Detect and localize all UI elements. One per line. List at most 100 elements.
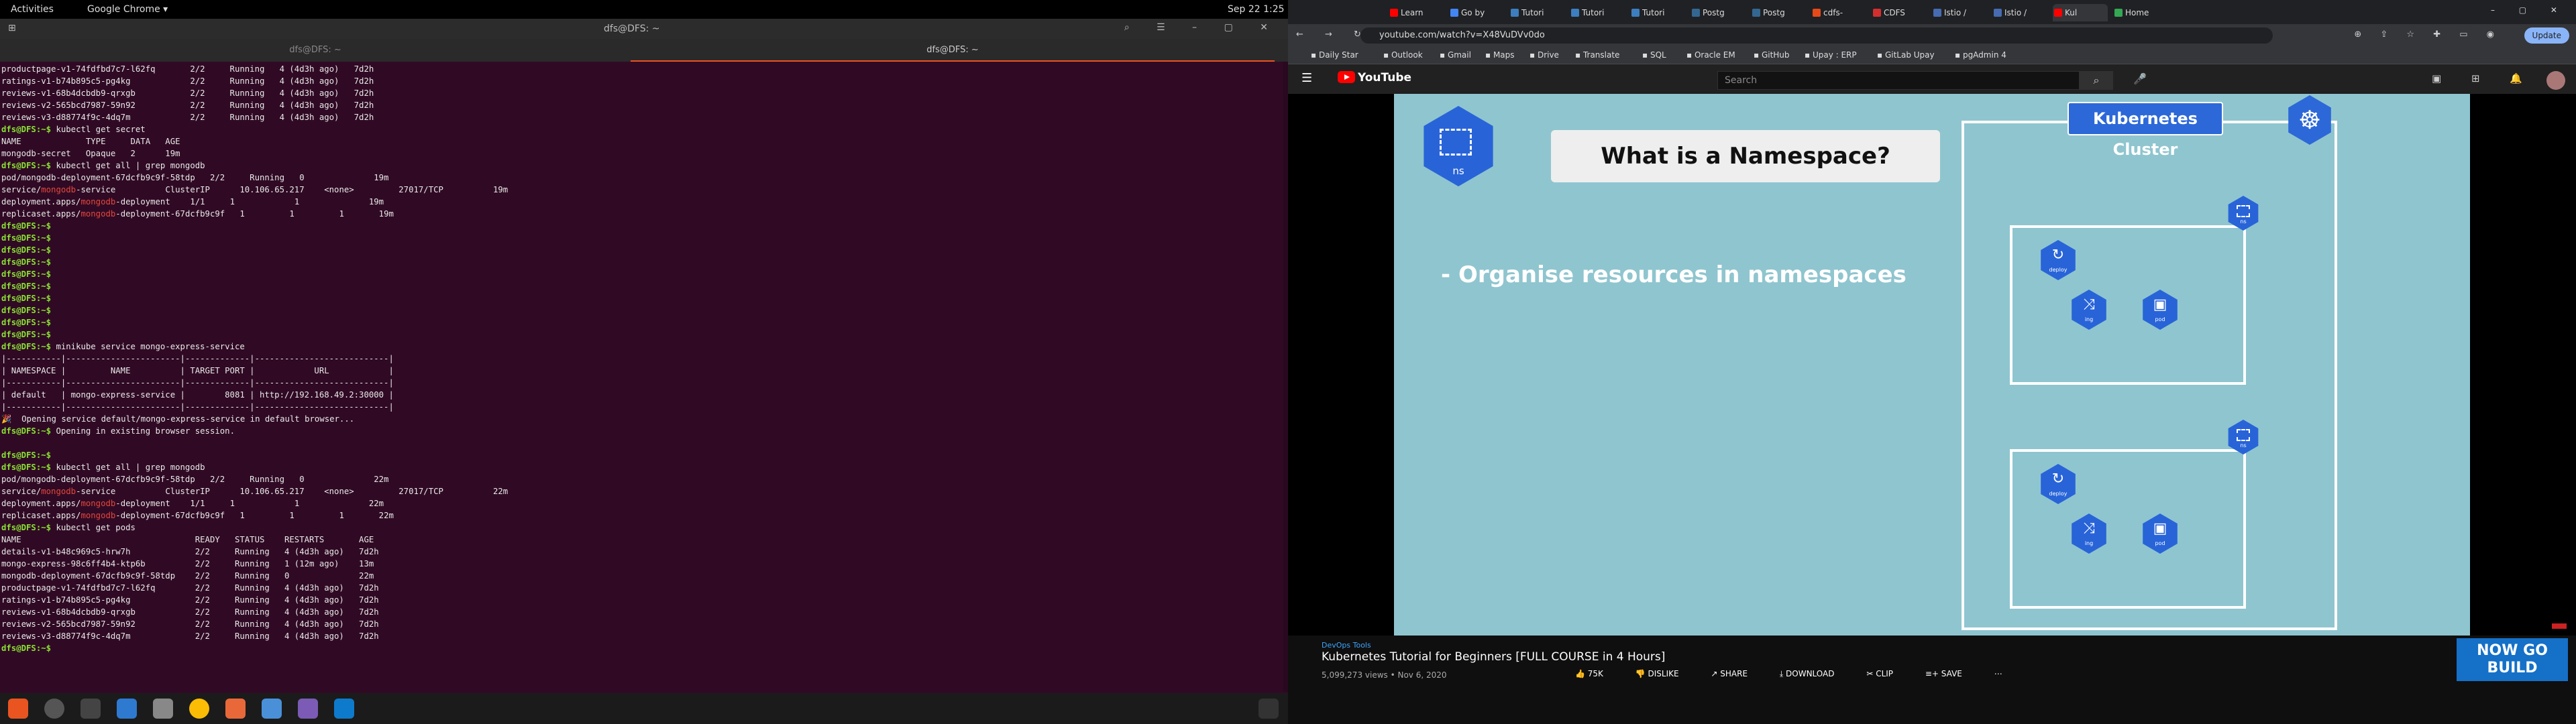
postman-icon[interactable]	[225, 699, 246, 719]
video-meta: DevOps Tools Kubernetes Tutorial for Beg…	[1288, 636, 2576, 724]
address-bar[interactable]: youtube.com/watch?v=X48VuDVv0do	[1360, 27, 2273, 44]
search-input[interactable]: Search	[1717, 71, 2080, 90]
tab-label: Tutori	[1582, 8, 1605, 17]
dock	[0, 693, 1288, 724]
browser-tab[interactable]: Home	[2113, 4, 2168, 21]
share-button[interactable]: ↗ SHARE	[1711, 669, 1762, 678]
logo-text: YouTube	[1358, 71, 1412, 84]
tab-label: cdfs-	[1823, 8, 1843, 17]
save-label: SAVE	[1941, 669, 1962, 678]
vscode-icon[interactable]	[334, 699, 354, 719]
files-icon[interactable]	[117, 699, 137, 719]
update-button[interactable]: Update	[2524, 27, 2569, 44]
terminal-tab-1[interactable]: dfs@DFS: ~	[0, 39, 631, 62]
tab-label: CDFS	[1884, 8, 1905, 17]
chrome-window: – ▢ ✕ Learn Go by Tutori Tutori Tutori Postg P…	[1288, 0, 2576, 724]
browser-tab[interactable]: Learn	[1389, 4, 1444, 21]
youtube-header: ☰ YouTube Search ⌕ 🎤 ▣ ⊞ 🔔	[1288, 64, 2576, 94]
tab-favicon-icon	[1511, 9, 1519, 17]
tab-label: Istio /	[2004, 8, 2027, 17]
more-icon[interactable]: ⋯	[1994, 669, 2002, 678]
dislike-label: DISLIKE	[1648, 669, 1679, 678]
channel-name[interactable]: DevOps Tools	[1322, 641, 1371, 650]
download-label: DOWNLOAD	[1786, 669, 1835, 678]
bookmark-item[interactable]: ▪ Translate	[1575, 50, 1619, 60]
terminal-icon[interactable]	[80, 699, 101, 719]
bookmark-item[interactable]: ▪ pgAdmin 4	[1955, 50, 2006, 60]
browser-tab[interactable]: Postg	[1751, 4, 1806, 21]
terminal-scrollbar[interactable]	[1283, 62, 1288, 692]
chrome-toolbar: ← → ↻ ⌂ youtube.com/watch?v=X48VuDVv0do …	[1288, 24, 2576, 47]
tab-label: Postg	[1763, 8, 1785, 17]
apps-grid-icon[interactable]	[1258, 699, 1279, 719]
youtube-logo[interactable]: YouTube	[1338, 71, 1411, 84]
tab-favicon-icon	[1450, 9, 1458, 17]
terminal-titlebar: ⊞ dfs@DFS: ~ ⌕ ☰ – ▢ ✕	[0, 19, 1288, 39]
like-button[interactable]: 👍 75K	[1575, 669, 1618, 678]
browser-tab[interactable]: Istio /	[1932, 4, 1987, 21]
bookmark-item[interactable]: ▪ Gmail	[1440, 50, 1471, 60]
chrome-icon[interactable]	[189, 699, 209, 719]
tab-label: Tutori	[1642, 8, 1665, 17]
browser-tab[interactable]: Kul	[2053, 4, 2108, 21]
terminal-tab-2[interactable]: dfs@DFS: ~	[631, 39, 1275, 62]
view-count: 5,099,273 views • Nov 6, 2020	[1322, 670, 1447, 680]
activities-button[interactable]: Activities	[11, 4, 54, 15]
header-icons[interactable]: ▣ ⊞ 🔔	[2432, 72, 2536, 84]
bookmark-item[interactable]: ▪ GitHub	[1754, 50, 1790, 60]
video-player[interactable]: ns What is a Namespace? - Organise resou…	[1288, 94, 2576, 636]
tab-label: Learn	[1401, 8, 1424, 17]
hd-badge	[2552, 623, 2567, 629]
tab-favicon-icon	[1813, 9, 1821, 17]
bookmark-item[interactable]: ▪ Oracle EM	[1686, 50, 1735, 60]
like-count: 75K	[1587, 669, 1603, 678]
clip-label: CLIP	[1876, 669, 1894, 678]
avatar[interactable]	[2546, 71, 2565, 90]
bookmark-item[interactable]: ▪ Outlook	[1383, 50, 1423, 60]
settings-icon[interactable]	[44, 699, 64, 719]
browser-tab[interactable]: cdfs-	[1811, 4, 1866, 21]
youtube-page: ☰ YouTube Search ⌕ 🎤 ▣ ⊞ 🔔 ns What is a …	[1288, 64, 2576, 724]
app-icon[interactable]	[298, 699, 318, 719]
video-frame: ns What is a Namespace? - Organise resou…	[1394, 94, 2470, 636]
tab-favicon-icon	[1933, 9, 1941, 17]
tab-label: Home	[2125, 8, 2149, 17]
clip-button[interactable]: ✂ CLIP	[1866, 669, 1908, 678]
download-button[interactable]: ⤓ DOWNLOAD	[1780, 669, 1849, 678]
terminal-title: dfs@DFS: ~	[604, 23, 660, 34]
extensions-icons[interactable]: ⊕ ⇪ ☆ ✚ ▭ ◉	[2354, 29, 2502, 40]
browser-tab[interactable]: Tutori	[1630, 4, 1685, 21]
app-menu[interactable]: Google Chrome ▾	[87, 4, 168, 15]
bookmark-item[interactable]: ▪ Drive	[1529, 50, 1559, 60]
browser-tab[interactable]: Postg	[1690, 4, 1746, 21]
browser-tab[interactable]: CDFS	[1872, 4, 1927, 21]
bookmark-item[interactable]: ▪ SQL	[1642, 50, 1666, 60]
menu-icon[interactable]: ☰	[1301, 71, 1312, 85]
slide-question: What is a Namespace?	[1551, 130, 1940, 182]
folder-icon[interactable]	[153, 699, 173, 719]
browser-tab[interactable]: Istio /	[1992, 4, 2047, 21]
tab-label: Istio /	[1944, 8, 1967, 17]
tab-favicon-icon	[2054, 9, 2062, 17]
ubuntu-icon[interactable]	[8, 699, 28, 719]
browser-tab[interactable]: Go by	[1449, 4, 1504, 21]
bookmark-item[interactable]: ▪ GitLab Upay	[1877, 50, 1935, 60]
save-button[interactable]: ≡+ SAVE	[1925, 669, 1977, 678]
window-controls[interactable]: – ▢ ✕	[2491, 5, 2568, 15]
browser-tab[interactable]: Tutori	[1570, 4, 1625, 21]
ad-banner[interactable]: NOW GO BUILD	[2457, 638, 2568, 681]
bookmark-item[interactable]: ▪ Maps	[1485, 50, 1515, 60]
window-controls[interactable]: ⌕ ☰ – ▢ ✕	[1124, 22, 1280, 33]
search-icon[interactable]: ⌕	[2080, 71, 2113, 90]
bookmark-item[interactable]: ▪ Daily Star	[1311, 50, 1358, 60]
bookmark-item[interactable]: ▪ Upay : ERP	[1805, 50, 1857, 60]
youtube-play-icon	[1338, 71, 1355, 83]
chrome-tabstrip: – ▢ ✕ Learn Go by Tutori Tutori Tutori Postg P…	[1288, 0, 2576, 24]
terminal-output[interactable]: productpage-v1-74fdfbd7c7-l62fq 2/2 Runn…	[0, 62, 1288, 656]
new-tab-icon[interactable]: ⊞	[8, 23, 16, 34]
mic-icon[interactable]: 🎤	[2133, 72, 2147, 85]
browser-tab[interactable]: Tutori	[1509, 4, 1564, 21]
screenshot-icon[interactable]	[262, 699, 282, 719]
tab-favicon-icon	[1692, 9, 1700, 17]
dislike-button[interactable]: 👎 DISLIKE	[1635, 669, 1694, 678]
